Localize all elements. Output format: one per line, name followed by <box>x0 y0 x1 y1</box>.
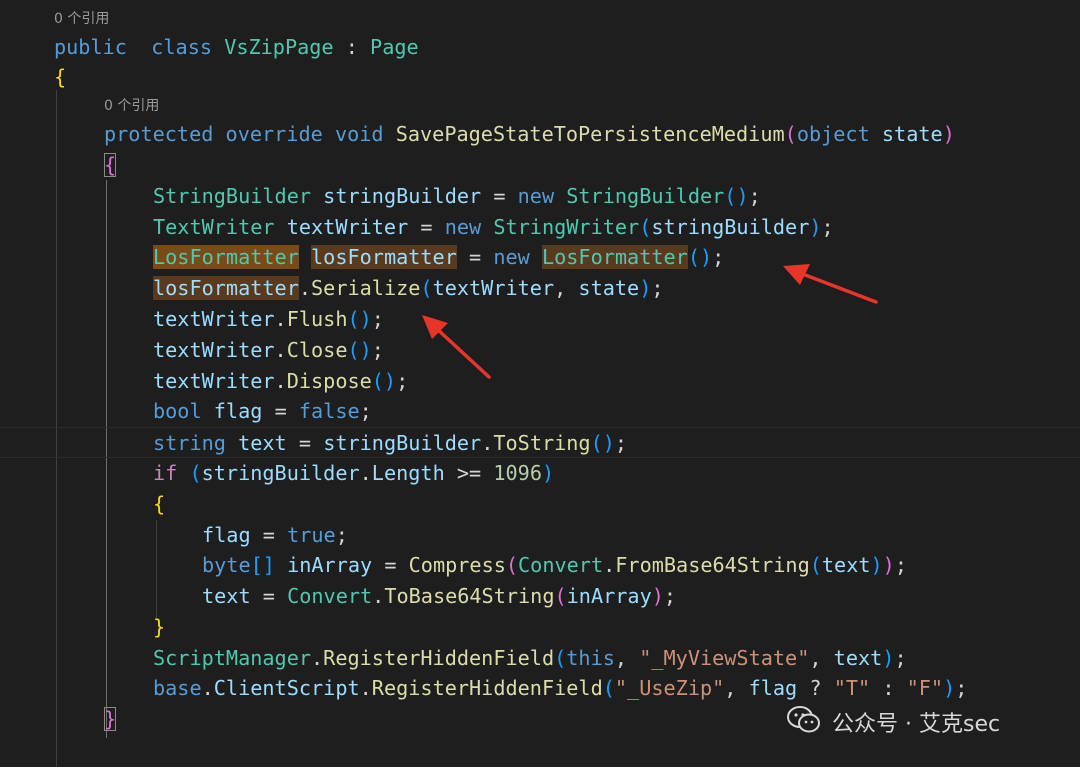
red-arrow-icon <box>422 315 491 379</box>
wechat-icon <box>786 705 822 739</box>
watermark: 公众号 · 艾克sec <box>770 697 1080 747</box>
red-arrow-icon <box>783 264 878 304</box>
annotation-arrows <box>422 264 878 379</box>
watermark-text: 公众号 · 艾克sec <box>832 712 1001 737</box>
